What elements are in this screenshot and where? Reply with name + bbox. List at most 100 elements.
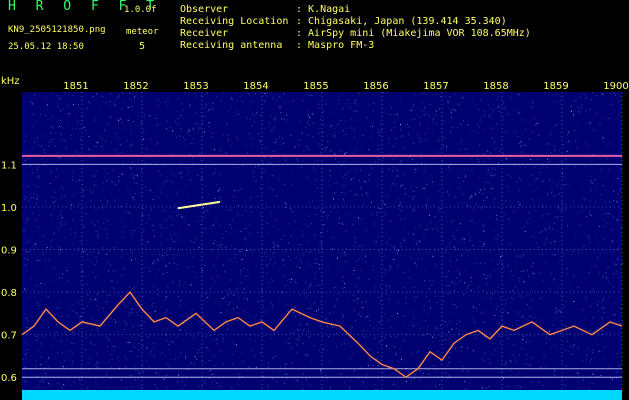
noise-dot [563, 144, 565, 146]
noise-dot [132, 326, 134, 328]
noise-dot [398, 198, 400, 200]
noise-dot [181, 315, 183, 317]
noise-dot [258, 165, 260, 166]
noise-dot [167, 194, 169, 196]
noise-dot [34, 121, 36, 123]
noise-dot [213, 364, 215, 366]
noise-dot [607, 142, 609, 144]
noise-dot [380, 318, 382, 320]
noise-dot [472, 219, 474, 221]
noise-dot [472, 306, 474, 308]
noise-dot [353, 273, 355, 275]
noise-dot [205, 115, 206, 117]
noise-dot [161, 257, 163, 259]
noise-dot [96, 275, 98, 277]
noise-dot [72, 310, 74, 312]
noise-dot [207, 384, 209, 386]
noise-dot [402, 283, 404, 285]
noise-dot [365, 300, 367, 302]
noise-dot [369, 349, 370, 351]
noise-dot [57, 383, 59, 384]
noise-dot [26, 158, 28, 160]
noise-dot [545, 342, 547, 344]
noise-dot [194, 92, 196, 94]
noise-dot [241, 215, 243, 217]
noise-dot [156, 288, 158, 290]
noise-dot [72, 331, 74, 333]
noise-dot [72, 179, 73, 181]
noise-dot [97, 234, 99, 236]
noise-dot [214, 197, 216, 199]
noise-dot [84, 250, 86, 252]
noise-dot [353, 153, 355, 155]
noise-dot [362, 307, 364, 309]
noise-dot [173, 193, 175, 195]
noise-dot [555, 216, 557, 218]
noise-dot [486, 275, 488, 277]
noise-dot [172, 238, 174, 240]
noise-dot [78, 247, 80, 249]
noise-dot [578, 348, 580, 350]
noise-dot [79, 128, 81, 130]
noise-dot [435, 110, 437, 112]
noise-dot [448, 107, 450, 109]
noise-dot [619, 189, 621, 191]
noise-dot [121, 173, 123, 175]
observer-label: Observer [180, 4, 229, 15]
noise-dot [554, 279, 556, 281]
noise-dot [464, 282, 466, 284]
noise-dot [447, 364, 449, 366]
noise-dot [620, 264, 622, 266]
noise-dot [108, 270, 110, 272]
noise-dot [381, 129, 383, 131]
noise-dot [94, 277, 96, 278]
noise-dot [403, 341, 404, 343]
noise-dot [98, 361, 100, 363]
noise-dot [149, 366, 151, 367]
noise-dot [37, 168, 38, 170]
noise-dot [577, 122, 579, 124]
y-axis-label: kHz [1, 76, 20, 87]
noise-dot [408, 269, 410, 271]
noise-dot [612, 215, 614, 217]
noise-dot [515, 266, 517, 267]
noise-dot [197, 196, 199, 198]
noise-dot [243, 288, 245, 290]
noise-dot [51, 139, 53, 141]
noise-dot [378, 365, 380, 367]
noise-dot [270, 116, 272, 117]
noise-dot [530, 159, 532, 161]
noise-dot [424, 229, 426, 230]
noise-dot [146, 348, 148, 350]
noise-dot [449, 131, 451, 132]
noise-dot [547, 193, 549, 195]
noise-dot [222, 363, 224, 365]
noise-dot [347, 289, 349, 291]
noise-dot [249, 199, 251, 201]
noise-dot [60, 388, 62, 390]
noise-dot [236, 288, 238, 290]
noise-dot [308, 336, 310, 338]
noise-dot [405, 297, 407, 299]
noise-dot [94, 146, 96, 147]
noise-dot [87, 293, 89, 295]
noise-dot [257, 133, 259, 134]
noise-dot [174, 203, 176, 205]
noise-dot [602, 141, 604, 143]
noise-dot [153, 260, 155, 262]
noise-dot [273, 95, 275, 97]
noise-dot [500, 256, 501, 257]
noise-dot [403, 174, 405, 176]
noise-dot [255, 93, 256, 95]
spectrogram-plot: 1851 1852 1853 1854 1855 1856 1857 1858 1859 1900… [1, 76, 629, 400]
noise-dot [521, 151, 523, 153]
noise-dot [466, 148, 468, 150]
noise-dot [168, 98, 170, 100]
noise-dot [278, 96, 280, 98]
noise-dot [599, 273, 600, 275]
noise-dot [212, 108, 214, 109]
noise-dot [71, 204, 73, 206]
noise-dot [537, 107, 539, 109]
noise-dot [548, 338, 550, 340]
noise-dot [167, 255, 169, 257]
